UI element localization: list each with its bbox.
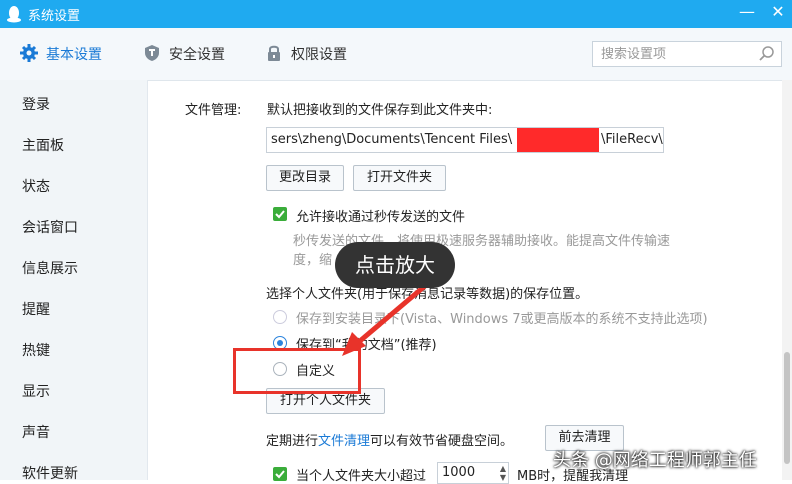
- sidebar-item-login[interactable]: 登录: [22, 94, 50, 114]
- default-folder-desc: 默认把接收到的文件保存到此文件夹中:: [267, 103, 493, 118]
- tab-bar: 基本设置 安全设置 权限设置: [0, 28, 792, 81]
- scrollbar-thumb[interactable]: [784, 352, 790, 464]
- tab-label: 安全设置: [169, 47, 225, 63]
- check-icon: [275, 470, 285, 479]
- allow-second-transfer-checkbox[interactable]: [273, 207, 287, 221]
- redacted-block: [517, 128, 599, 152]
- scrollbar[interactable]: [782, 80, 792, 480]
- sidebar-item-reminder[interactable]: 提醒: [22, 299, 50, 319]
- search-box: [592, 41, 782, 67]
- search-icon[interactable]: [757, 45, 777, 63]
- size-limit-stepper[interactable]: 1000 ▲ ▼: [437, 462, 509, 484]
- allow-second-transfer-label: 允许接收通过秒传发送的文件: [296, 210, 466, 225]
- sidebar-item-sound[interactable]: 声音: [22, 422, 50, 442]
- file-cleanup-link[interactable]: 文件清理: [318, 434, 370, 449]
- open-folder-button[interactable]: 打开文件夹: [353, 165, 446, 191]
- save-path-end: \FileRecv\: [601, 132, 663, 147]
- gear-icon: [20, 44, 38, 62]
- save-path-start: sers\zheng\Documents\Tencent Files\: [271, 132, 513, 147]
- tab-label: 基本设置: [46, 47, 102, 63]
- minimize-button[interactable]: —: [738, 2, 756, 24]
- sidebar-item-main-panel[interactable]: 主面板: [22, 135, 64, 155]
- shield-icon: [145, 45, 159, 61]
- search-input[interactable]: [593, 42, 769, 66]
- size-reminder-checkbox[interactable]: [273, 467, 287, 481]
- cleanup-text: 定期进行文件清理可以有效节省硬盘空间。: [266, 430, 513, 449]
- sidebar-item-info-display[interactable]: 信息展示: [22, 258, 78, 278]
- sidebar-item-status[interactable]: 状态: [22, 176, 50, 196]
- cleanup-suffix: 可以有效节省硬盘空间。: [370, 434, 514, 449]
- tab-permission-settings[interactable]: 权限设置: [265, 44, 347, 66]
- tab-security-settings[interactable]: 安全设置: [143, 44, 225, 66]
- qq-penguin-icon: [7, 6, 21, 23]
- tab-label: 权限设置: [291, 47, 347, 63]
- sidebar-item-software-update[interactable]: 软件更新: [22, 463, 78, 483]
- sidebar-item-chat-window[interactable]: 会话窗口: [22, 217, 78, 237]
- close-button[interactable]: ✕: [768, 2, 788, 24]
- tab-basic-settings[interactable]: 基本设置: [20, 44, 102, 66]
- change-dir-button[interactable]: 更改目录: [266, 165, 344, 191]
- size-limit-value: 1000: [442, 465, 476, 480]
- save-path-field[interactable]: sers\zheng\Documents\Tencent Files\ \Fil…: [266, 127, 664, 153]
- title-bar: 系统设置 — ✕: [0, 0, 792, 28]
- lock-icon: [268, 45, 280, 61]
- window-title: 系统设置: [28, 9, 81, 24]
- watermark: 头条 @网络工程师郭主任: [553, 450, 757, 471]
- check-icon: [275, 210, 285, 219]
- sidebar: 登录 主面板 状态 会话窗口 信息展示 提醒 热键 显示 声音 软件更新: [0, 80, 148, 483]
- spin-arrows-icon[interactable]: ▲ ▼: [500, 464, 506, 482]
- second-transfer-desc-line2: 度，缩: [293, 253, 333, 268]
- sidebar-item-display[interactable]: 显示: [22, 381, 50, 401]
- size-reminder-prefix: 当个人文件夹大小超过: [296, 469, 427, 484]
- file-management-label: 文件管理:: [185, 103, 242, 118]
- radio-save-install-dir[interactable]: [273, 310, 287, 324]
- zoom-tooltip[interactable]: 点击放大: [335, 242, 455, 288]
- sidebar-item-hotkeys[interactable]: 热键: [22, 340, 50, 360]
- cleanup-prefix: 定期进行: [266, 434, 319, 449]
